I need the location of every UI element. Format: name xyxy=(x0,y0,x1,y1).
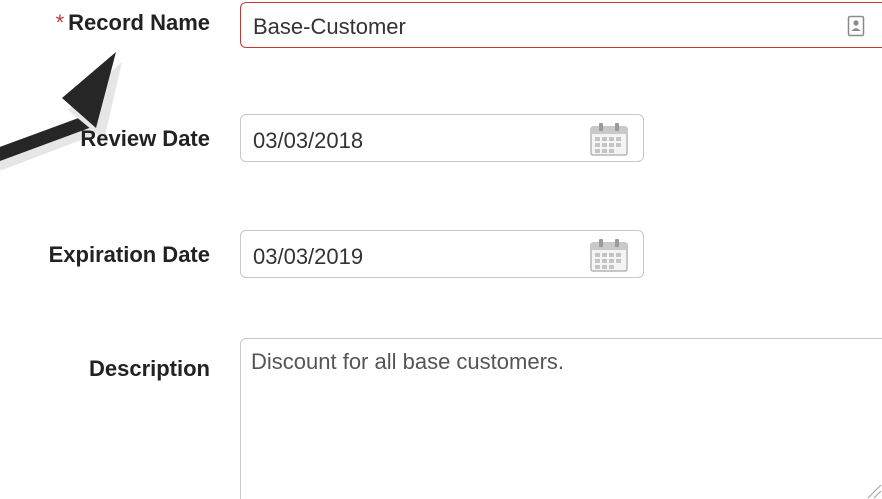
description-label: Description xyxy=(88,356,210,381)
review-date-value: 03/03/2018 xyxy=(253,128,364,153)
review-date-label: Review Date xyxy=(80,126,210,151)
record-name-label: * Record Name xyxy=(55,10,210,35)
calendar-icon[interactable] xyxy=(589,121,629,157)
review-date-input[interactable]: 03/03/2018 xyxy=(240,114,644,162)
contact-card-icon[interactable] xyxy=(847,15,865,37)
calendar-icon[interactable] xyxy=(589,237,629,273)
expiration-date-input[interactable]: 03/03/2019 xyxy=(240,230,644,278)
resize-handle-icon[interactable] xyxy=(866,480,882,499)
expiration-date-value: 03/03/2019 xyxy=(253,244,364,269)
record-name-value: Base-Customer xyxy=(253,14,406,39)
description-value: Discount for all base customers. xyxy=(251,349,565,374)
record-name-input[interactable]: Base-Customer xyxy=(240,2,882,48)
record-form: * Record Name Base-Customer Review Date 0… xyxy=(0,0,882,499)
required-marker: * xyxy=(55,10,65,35)
description-textarea[interactable]: Discount for all base customers. xyxy=(240,338,882,499)
expiration-date-label: Expiration Date xyxy=(48,242,210,267)
